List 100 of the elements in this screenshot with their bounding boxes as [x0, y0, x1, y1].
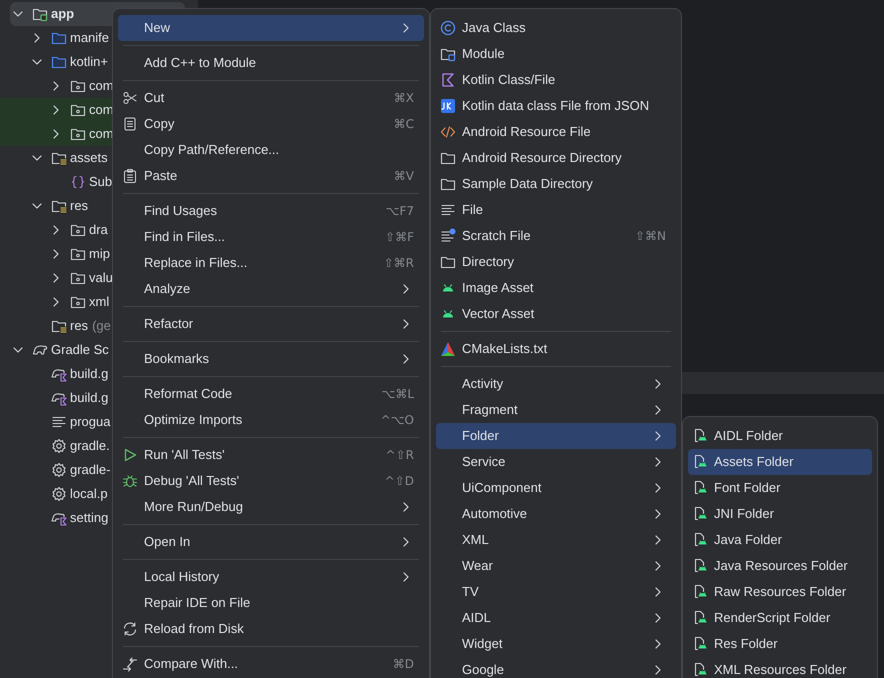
- scratch-file-icon: [440, 228, 456, 244]
- menu-item[interactable]: Android Resource File: [436, 119, 676, 145]
- package-folder-icon: [70, 126, 86, 142]
- menu-item[interactable]: Wear: [436, 553, 676, 579]
- menu-item[interactable]: UiComponent: [436, 475, 676, 501]
- module-folder-icon: [32, 6, 48, 22]
- package-folder-icon: [70, 270, 86, 286]
- menu-item[interactable]: Res Folder: [688, 631, 872, 657]
- menu-item[interactable]: XML Resources Folder: [688, 657, 872, 678]
- menu-item[interactable]: Debug 'All Tests' ^⇧D: [118, 468, 424, 494]
- menu-item[interactable]: Font Folder: [688, 475, 872, 501]
- menu-item[interactable]: RenderScript Folder: [688, 605, 872, 631]
- android-folder-icon: [692, 428, 708, 444]
- resource-folder-icon: [51, 150, 67, 166]
- android-folder-icon: [692, 480, 708, 496]
- kotlin-icon: [440, 72, 456, 88]
- menu-item[interactable]: JNI Folder: [688, 501, 872, 527]
- text-lines-icon: [51, 414, 67, 430]
- shortcut-label: ⌥⌘L: [381, 386, 414, 403]
- scissors-icon: [122, 90, 138, 106]
- menu-item[interactable]: Google: [436, 657, 676, 678]
- package-folder-icon: [70, 102, 86, 118]
- menu-item[interactable]: Find Usages ⌥F7: [118, 198, 424, 224]
- shortcut-label: ⇧⌘N: [634, 228, 666, 245]
- menu-item[interactable]: Raw Resources Folder: [688, 579, 872, 605]
- menu-item[interactable]: Widget: [436, 631, 676, 657]
- shortcut-label: ⌥F7: [386, 203, 414, 220]
- folder-icon: [440, 150, 456, 166]
- menu-item[interactable]: Add C++ to Module: [118, 50, 424, 76]
- menu-item[interactable]: Paste ⌘V: [118, 163, 424, 189]
- menu-item[interactable]: Refactor: [118, 311, 424, 337]
- resource-folder-icon: [51, 318, 67, 334]
- package-folder-icon: [70, 78, 86, 94]
- package-folder-icon: [70, 246, 86, 262]
- gear-icon: [51, 438, 67, 454]
- menu-item[interactable]: Assets Folder: [688, 449, 872, 475]
- clipboard-icon: [122, 168, 138, 184]
- android-folder-icon: [692, 636, 708, 652]
- json-badge-icon: [440, 98, 456, 114]
- menu-item[interactable]: Directory: [436, 249, 676, 275]
- shortcut-label: ^⇧D: [384, 473, 414, 490]
- shortcut-label: ⌘D: [392, 656, 414, 673]
- shortcut-label: ⇧⌘F: [385, 229, 414, 246]
- shortcut-label: ⌘C: [394, 116, 414, 133]
- android-folder-icon: [692, 506, 708, 522]
- menu-item[interactable]: TV: [436, 579, 676, 605]
- menu-item[interactable]: Sample Data Directory: [436, 171, 676, 197]
- menu-item[interactable]: Module: [436, 41, 676, 67]
- android-head-icon: [442, 310, 454, 318]
- menu-item[interactable]: AIDL Folder: [688, 423, 872, 449]
- folder-icon: [51, 54, 67, 70]
- android-folder-icon: [692, 454, 708, 470]
- menu-item[interactable]: Automotive: [436, 501, 676, 527]
- tree-item-note: (ge: [92, 317, 111, 336]
- android-folder-icon: [692, 610, 708, 626]
- menu-item[interactable]: Service: [436, 449, 676, 475]
- android-folder-icon: [692, 662, 708, 678]
- play-icon: [122, 447, 138, 463]
- menu-item[interactable]: Reload from Disk: [118, 616, 424, 642]
- menu-item[interactable]: Android Resource Directory: [436, 145, 676, 171]
- folder-icon: [51, 30, 67, 46]
- folder-icon: [440, 254, 456, 270]
- android-folder-icon: [692, 558, 708, 574]
- resource-folder-icon: [51, 198, 67, 214]
- shortcut-label: ^⇧R: [386, 447, 414, 464]
- compare-arrows-icon: [122, 656, 138, 672]
- shortcut-label: ⇧⌘R: [384, 255, 414, 272]
- menu-item[interactable]: Fragment: [436, 397, 676, 423]
- menu-item[interactable]: Run 'All Tests' ^⇧R: [118, 442, 424, 468]
- menu-item[interactable]: AIDL: [436, 605, 676, 631]
- bug-icon: [122, 473, 138, 489]
- menu-item[interactable]: Reformat Code ⌥⌘L: [118, 381, 424, 407]
- menu-item[interactable]: Java Resources Folder: [688, 553, 872, 579]
- menu-item[interactable]: Repair IDE on File: [118, 590, 424, 616]
- menu-item[interactable]: Replace in Files... ⇧⌘R: [118, 250, 424, 276]
- package-folder-icon: [70, 222, 86, 238]
- menu-item[interactable]: Open In: [118, 529, 424, 555]
- menu-item[interactable]: Image Asset: [436, 275, 676, 301]
- folder-icon: [440, 176, 456, 192]
- menu-item[interactable]: Java Folder: [688, 527, 872, 553]
- menu-item[interactable]: XML: [436, 527, 676, 553]
- menu-item[interactable]: CMakeLists.txt: [436, 336, 676, 362]
- menu-item[interactable]: Optimize Imports ^⌥O: [118, 407, 424, 433]
- menu-item[interactable]: Java Class: [436, 15, 676, 41]
- menu-item[interactable]: Analyze: [118, 276, 424, 302]
- menu-item[interactable]: Find in Files... ⇧⌘F: [118, 224, 424, 250]
- menu-item[interactable]: More Run/Debug: [118, 494, 424, 520]
- menu-item[interactable]: Scratch File ⇧⌘N: [436, 223, 676, 249]
- c-circle-icon: [440, 20, 456, 36]
- menu-item[interactable]: Activity: [436, 371, 676, 397]
- menu-item[interactable]: Folder: [436, 423, 676, 449]
- menu-item[interactable]: Local History: [118, 564, 424, 590]
- menu-item[interactable]: Compare With... ⌘D: [118, 651, 424, 677]
- menu-item[interactable]: File: [436, 197, 676, 223]
- menu-item[interactable]: Bookmarks: [118, 346, 424, 372]
- menu-item[interactable]: Kotlin Class/File: [436, 67, 676, 93]
- shortcut-label: ^⌥O: [380, 412, 414, 429]
- menu-item[interactable]: New: [118, 15, 424, 41]
- menu-item[interactable]: Vector Asset: [436, 301, 676, 327]
- menu-item[interactable]: Kotlin data class File from JSON: [436, 93, 676, 119]
